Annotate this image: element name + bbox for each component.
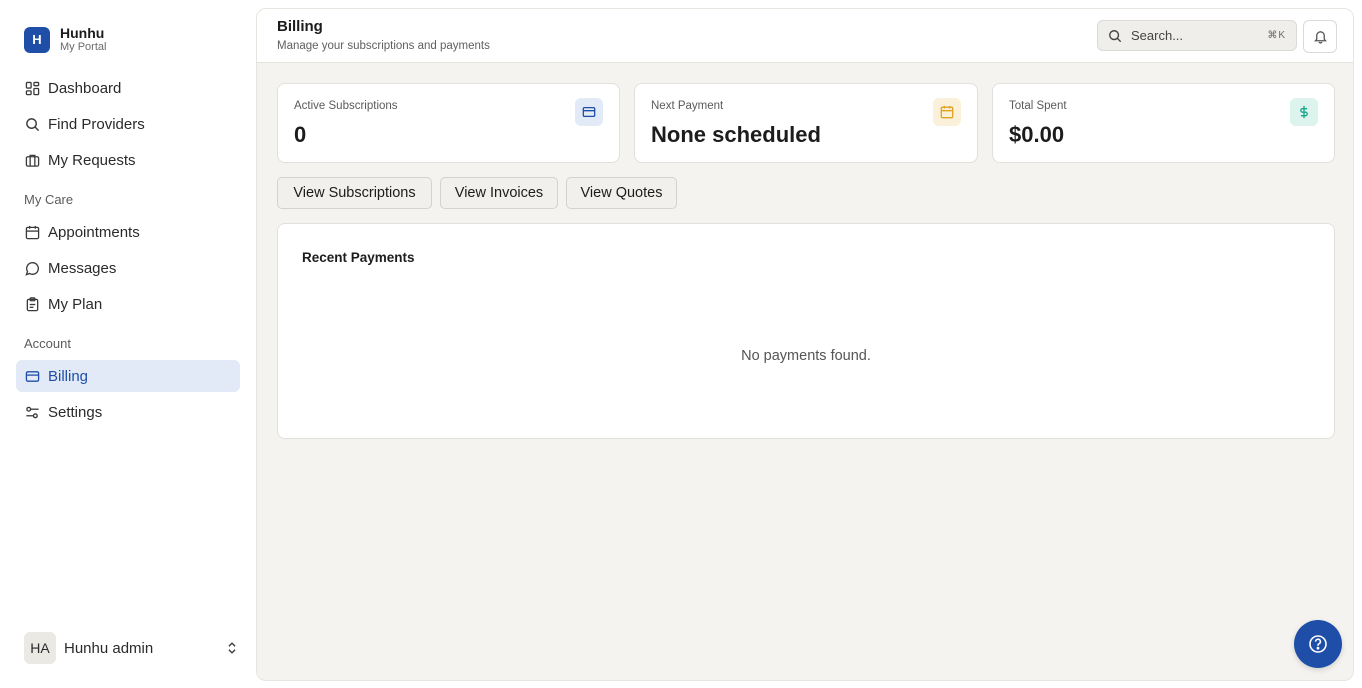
- empty-state-text: No payments found.: [741, 348, 871, 364]
- stat-label: Total Spent: [1009, 100, 1067, 112]
- top-bar: Billing Manage your subscriptions and pa…: [257, 9, 1353, 63]
- bell-icon: [1313, 29, 1328, 44]
- stat-label: Active Subscriptions: [294, 100, 398, 112]
- credit-card-icon: [24, 368, 40, 384]
- section-label-my-care: My Care: [24, 192, 74, 207]
- view-invoices-button[interactable]: View Invoices: [440, 177, 558, 209]
- user-menu[interactable]: HA Hunhu admin: [24, 632, 240, 664]
- sidebar-item-label: Appointments: [48, 223, 140, 241]
- page-subtitle: Manage your subscriptions and payments: [277, 40, 490, 52]
- search-placeholder: Search...: [1131, 28, 1184, 43]
- sidebar-item-label: Settings: [48, 403, 103, 421]
- sidebar: H Hunhu My Portal Dashboard Find Provide…: [0, 0, 256, 688]
- main-content: Billing Manage your subscriptions and pa…: [256, 8, 1354, 681]
- page-title: Billing: [277, 18, 323, 35]
- message-icon: [24, 260, 40, 276]
- notifications-button[interactable]: [1303, 20, 1337, 53]
- view-subscriptions-button[interactable]: View Subscriptions: [277, 177, 432, 209]
- brand-logo: H: [24, 26, 50, 53]
- sidebar-item-label: My Plan: [48, 295, 103, 313]
- sidebar-item-my-plan[interactable]: My Plan: [16, 288, 240, 320]
- brand-subtitle: My Portal: [60, 41, 107, 53]
- stat-value: None scheduled: [651, 122, 821, 147]
- stat-value: $0.00: [1009, 122, 1065, 147]
- sidebar-item-find-providers[interactable]: Find Providers: [16, 108, 240, 140]
- sidebar-item-label: Dashboard: [48, 79, 122, 97]
- help-button[interactable]: [1294, 620, 1342, 668]
- calendar-icon: [933, 98, 961, 126]
- recent-payments-title: Recent Payments: [302, 250, 415, 265]
- recent-payments-panel: Recent Payments No payments found.: [277, 223, 1335, 439]
- chevron-up-down-icon: [224, 640, 240, 656]
- search-icon: [1108, 29, 1122, 43]
- user-name: Hunhu admin: [64, 639, 154, 657]
- section-label-account: Account: [24, 336, 71, 351]
- stat-card-next-payment: Next Payment None scheduled: [634, 83, 978, 163]
- sidebar-item-appointments[interactable]: Appointments: [16, 216, 240, 248]
- brand[interactable]: H Hunhu My Portal: [24, 26, 106, 53]
- calendar-icon: [24, 224, 40, 240]
- stat-value: 0: [294, 122, 307, 147]
- sidebar-item-my-requests[interactable]: My Requests: [16, 144, 240, 176]
- brand-name: Hunhu: [60, 25, 105, 41]
- view-quotes-button[interactable]: View Quotes: [566, 177, 677, 209]
- sidebar-item-label: Find Providers: [48, 115, 145, 133]
- settings-sliders-icon: [24, 404, 40, 420]
- search-icon: [24, 116, 40, 132]
- sidebar-item-label: Billing: [48, 367, 89, 385]
- sidebar-item-messages[interactable]: Messages: [16, 252, 240, 284]
- search-shortcut: ⌘K: [1267, 30, 1286, 41]
- credit-card-icon: [575, 98, 603, 126]
- dollar-icon: [1290, 98, 1318, 126]
- stat-label: Next Payment: [651, 100, 724, 112]
- stat-card-active-subscriptions: Active Subscriptions 0: [277, 83, 620, 163]
- help-icon: [1308, 634, 1328, 654]
- clipboard-icon: [24, 296, 40, 312]
- sidebar-item-billing[interactable]: Billing: [16, 360, 240, 392]
- avatar: HA: [24, 632, 56, 664]
- search-input[interactable]: Search... ⌘K: [1097, 20, 1297, 51]
- sidebar-item-label: My Requests: [48, 151, 136, 169]
- stat-card-total-spent: Total Spent $0.00: [992, 83, 1335, 163]
- briefcase-icon: [24, 152, 40, 168]
- dashboard-icon: [24, 80, 40, 96]
- sidebar-item-dashboard[interactable]: Dashboard: [16, 72, 240, 104]
- sidebar-item-label: Messages: [48, 259, 117, 277]
- sidebar-item-settings[interactable]: Settings: [16, 396, 240, 428]
- app-root: H Hunhu My Portal Dashboard Find Provide…: [0, 0, 1362, 688]
